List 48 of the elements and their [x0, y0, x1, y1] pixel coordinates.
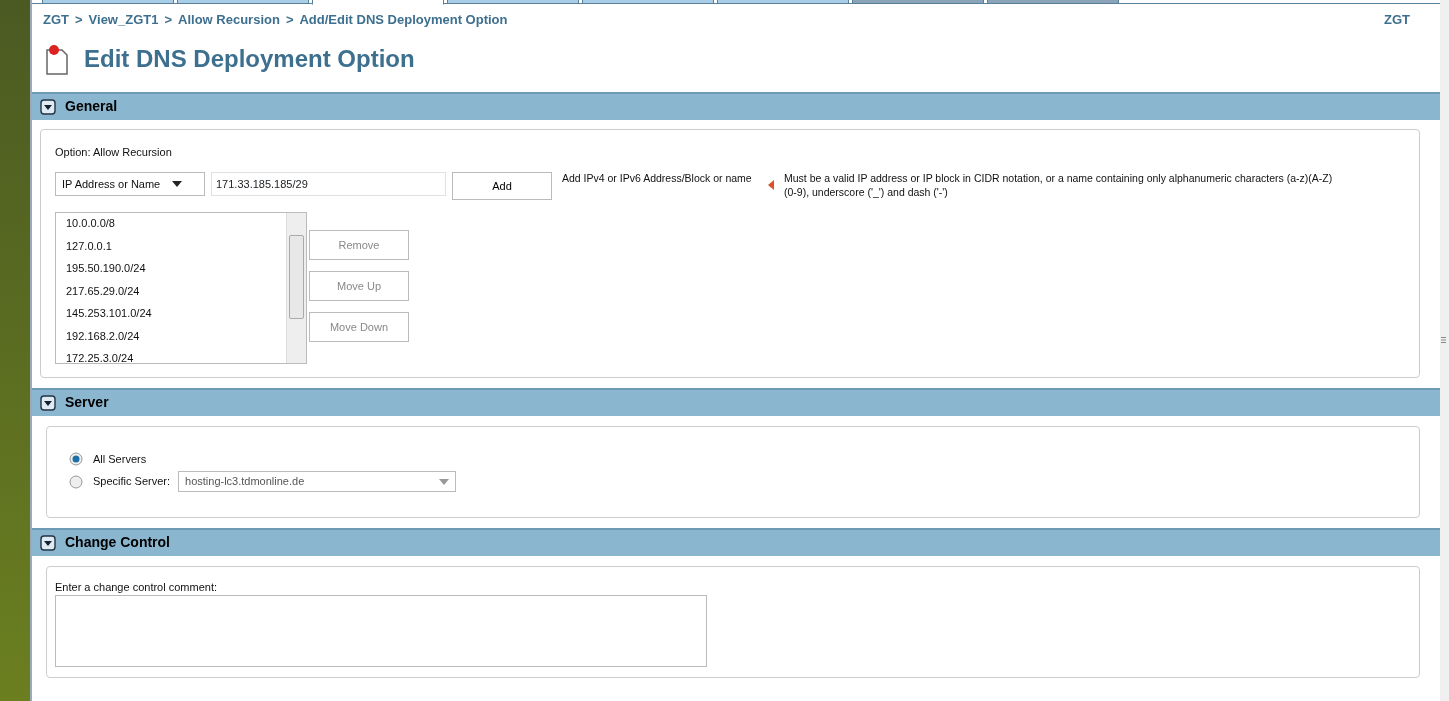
breadcrumb-link[interactable]: Add/Edit DNS Deployment Option [299, 12, 508, 27]
breadcrumb-link[interactable]: Allow Recursion [178, 12, 280, 27]
address-list[interactable]: 10.0.0.0/8 127.0.0.1 195.50.190.0/24 217.65.29.0/24 145.253.101.0/24 192.168.2.0/24 172.25.3.0/24 [55, 212, 307, 364]
list-item[interactable]: 195.50.190.0/24 [66, 260, 276, 283]
tab[interactable] [852, 0, 984, 4]
breadcrumb-link[interactable]: ZGT [43, 12, 69, 27]
collapse-icon[interactable] [40, 98, 56, 115]
resize-grip-icon [1441, 337, 1446, 343]
breadcrumb-separator: > [285, 12, 294, 27]
address-field[interactable]: 171.33.185.185/29 [211, 172, 446, 196]
collapse-icon[interactable] [40, 394, 56, 411]
breadcrumb-separator: > [164, 12, 173, 27]
page-title: Edit DNS Deployment Option [84, 45, 415, 74]
error-marker-icon [768, 180, 774, 190]
list-item[interactable]: 145.253.101.0/24 [66, 305, 276, 328]
breadcrumb-separator: > [75, 12, 83, 27]
section-title: General [65, 97, 118, 116]
tab[interactable] [447, 0, 579, 4]
tab[interactable] [42, 0, 174, 4]
option-label: Option: Allow Recursion [55, 144, 173, 160]
caret-icon [172, 181, 183, 187]
breadcrumb-link[interactable]: View_ZGT1 [88, 12, 159, 27]
radio-label: Specific Server: [93, 474, 171, 490]
collapse-icon[interactable] [40, 534, 56, 551]
validation-message: Must be a valid IP address or IP block in CIDR notation, or a name containing only alphanumeric characters (a-z)(A-Z)(0-9), underscore ('_') and dash ('-') [784, 172, 1334, 200]
add-hint: Add IPv4 or IPv6 Address/Block or name [562, 172, 752, 186]
user-name: ZGT [1384, 11, 1410, 29]
section-title: Change Control [65, 533, 170, 552]
add-button[interactable]: Add [452, 172, 552, 200]
section-title: Server [65, 393, 109, 412]
type-select[interactable]: IP Address or Name [55, 172, 205, 196]
radio-label: All Servers [93, 451, 147, 467]
tab[interactable] [717, 0, 849, 4]
comment-field[interactable] [55, 595, 707, 667]
list-item[interactable]: 192.168.2.0/24 [66, 327, 276, 350]
tab[interactable] [582, 0, 714, 4]
scrollbar[interactable] [286, 213, 306, 363]
radio-button[interactable] [69, 474, 83, 489]
document-pin-icon [44, 43, 70, 76]
caret-icon [439, 478, 450, 485]
list-item[interactable]: 10.0.0.0/8 [66, 215, 276, 238]
tab[interactable] [177, 0, 309, 4]
tab[interactable] [987, 0, 1119, 4]
list-item[interactable]: 127.0.0.1 [66, 237, 276, 260]
comment-label: Enter a change control comment: [55, 579, 219, 595]
list-item[interactable]: 217.65.29.0/24 [66, 282, 276, 305]
server-select[interactable]: hosting-lc3.tdmonline.de [178, 471, 457, 492]
radio-button[interactable] [69, 451, 83, 466]
